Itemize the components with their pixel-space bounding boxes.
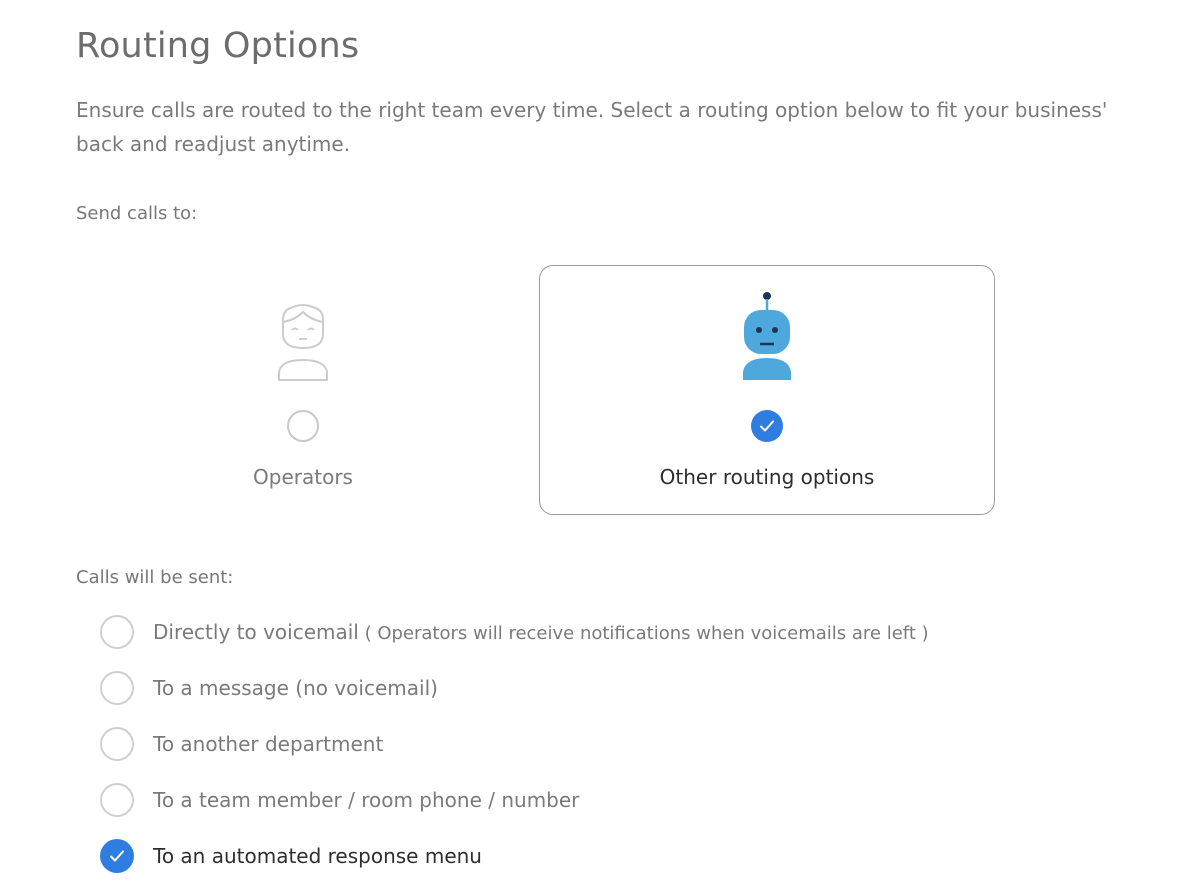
option-another-department-label: To another department bbox=[153, 732, 384, 756]
option-automated-menu[interactable]: To an automated response menu bbox=[100, 828, 929, 884]
other-routing-options-card[interactable]: Other routing options bbox=[539, 265, 995, 515]
page-description-line-2: back and readjust anytime. bbox=[76, 132, 351, 156]
option-voicemail-label: Directly to voicemail bbox=[153, 620, 359, 644]
option-voicemail-note: ( Operators will receive notifications w… bbox=[358, 623, 929, 644]
operators-radio[interactable] bbox=[287, 410, 319, 442]
other-routing-options-radio[interactable] bbox=[751, 410, 783, 442]
operators-card[interactable]: Operators bbox=[75, 265, 531, 515]
checkmark-icon bbox=[110, 850, 124, 862]
option-team-member-radio[interactable] bbox=[100, 783, 134, 817]
other-routing-options-label: Other routing options bbox=[659, 465, 875, 489]
option-another-department[interactable]: To another department bbox=[100, 716, 929, 772]
robot-icon bbox=[743, 292, 791, 380]
operators-label: Operators bbox=[253, 465, 353, 489]
option-voicemail-radio[interactable] bbox=[100, 615, 134, 649]
option-message[interactable]: To a message (no voicemail) bbox=[100, 660, 929, 716]
option-message-radio[interactable] bbox=[100, 671, 134, 705]
page-description: Ensure calls are routed to the right tea… bbox=[76, 93, 1198, 161]
option-voicemail[interactable]: Directly to voicemail ( Operators will r… bbox=[100, 604, 929, 660]
option-voicemail-text: Directly to voicemail ( Operators will r… bbox=[153, 620, 929, 644]
option-team-member-label: To a team member / room phone / number bbox=[153, 788, 580, 812]
option-another-department-radio[interactable] bbox=[100, 727, 134, 761]
calls-sent-label: Calls will be sent: bbox=[76, 567, 234, 588]
option-team-member[interactable]: To a team member / room phone / number bbox=[100, 772, 929, 828]
send-calls-label: Send calls to: bbox=[76, 203, 198, 224]
operator-person-icon bbox=[278, 304, 328, 381]
page-description-line-1: Ensure calls are routed to the right tea… bbox=[76, 98, 1108, 122]
page-title: Routing Options bbox=[76, 26, 360, 66]
option-message-label: To a message (no voicemail) bbox=[153, 676, 438, 700]
routing-options-list: Directly to voicemail ( Operators will r… bbox=[100, 604, 929, 884]
routing-options-page: Routing Options Ensure calls are routed … bbox=[0, 0, 1198, 892]
option-automated-menu-label: To an automated response menu bbox=[153, 844, 482, 868]
checkmark-icon bbox=[760, 420, 774, 432]
option-automated-menu-radio[interactable] bbox=[100, 839, 134, 873]
